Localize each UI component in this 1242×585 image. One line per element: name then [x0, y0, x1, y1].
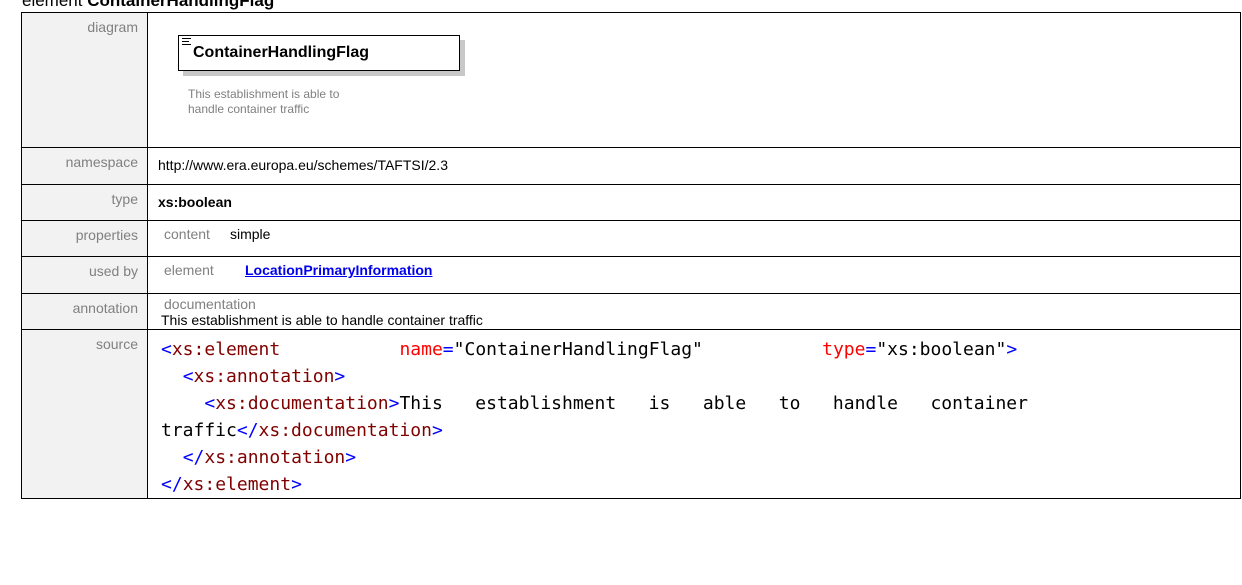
property-value-content: simple: [230, 226, 271, 242]
row-diagram: diagram ContainerHandlingFlag This estab…: [21, 12, 1241, 148]
namespace-value: http://www.era.europa.eu/schemes/TAFTSI/…: [158, 157, 448, 173]
diagram-documentation: This establishment is able to handle con…: [188, 87, 368, 117]
label-diagram: diagram: [21, 12, 148, 148]
label-used-by: used by: [21, 256, 148, 294]
row-source: source <xs:element name="ContainerHandli…: [21, 329, 1241, 499]
property-key-content: content: [164, 226, 210, 242]
label-properties: properties: [21, 220, 148, 257]
diagram-doc-line1: This establishment is able to: [188, 87, 340, 101]
used-by-link[interactable]: LocationPrimaryInformation: [245, 262, 432, 278]
used-by-kind: element: [164, 262, 214, 278]
diagram-doc-line2: handle container traffic: [188, 102, 310, 116]
row-annotation: annotation documentation This establishm…: [21, 293, 1241, 330]
heading-element-name: ContainerHandlingFlag: [87, 0, 275, 10]
label-namespace: namespace: [21, 147, 148, 185]
diagram: ContainerHandlingFlag This establishment…: [148, 13, 1240, 147]
diagram-cell: ContainerHandlingFlag This establishment…: [147, 12, 1241, 148]
diagram-element-box[interactable]: ContainerHandlingFlag: [178, 35, 460, 71]
source-code: <xs:element name="ContainerHandlingFlag"…: [161, 339, 1028, 495]
type-value: xs:boolean: [158, 194, 232, 210]
annotation-value: This establishment is able to handle con…: [161, 312, 483, 328]
annotation-key: documentation: [164, 296, 256, 312]
label-annotation: annotation: [21, 293, 148, 330]
diagram-element-name: ContainerHandlingFlag: [193, 44, 369, 61]
row-namespace: namespace http://www.era.europa.eu/schem…: [21, 147, 1241, 185]
label-type: type: [21, 184, 148, 221]
element-doc-table: diagram ContainerHandlingFlag This estab…: [21, 12, 1241, 499]
label-source: source: [21, 329, 148, 499]
element-lines-icon: [182, 38, 191, 46]
row-used-by: used by element LocationPrimaryInformatio…: [21, 256, 1241, 294]
heading-prefix: element: [22, 0, 88, 10]
page-heading: element ContainerHandlingFlag: [22, 0, 274, 11]
row-properties: properties content simple: [21, 220, 1241, 257]
row-type: type xs:boolean: [21, 184, 1241, 221]
